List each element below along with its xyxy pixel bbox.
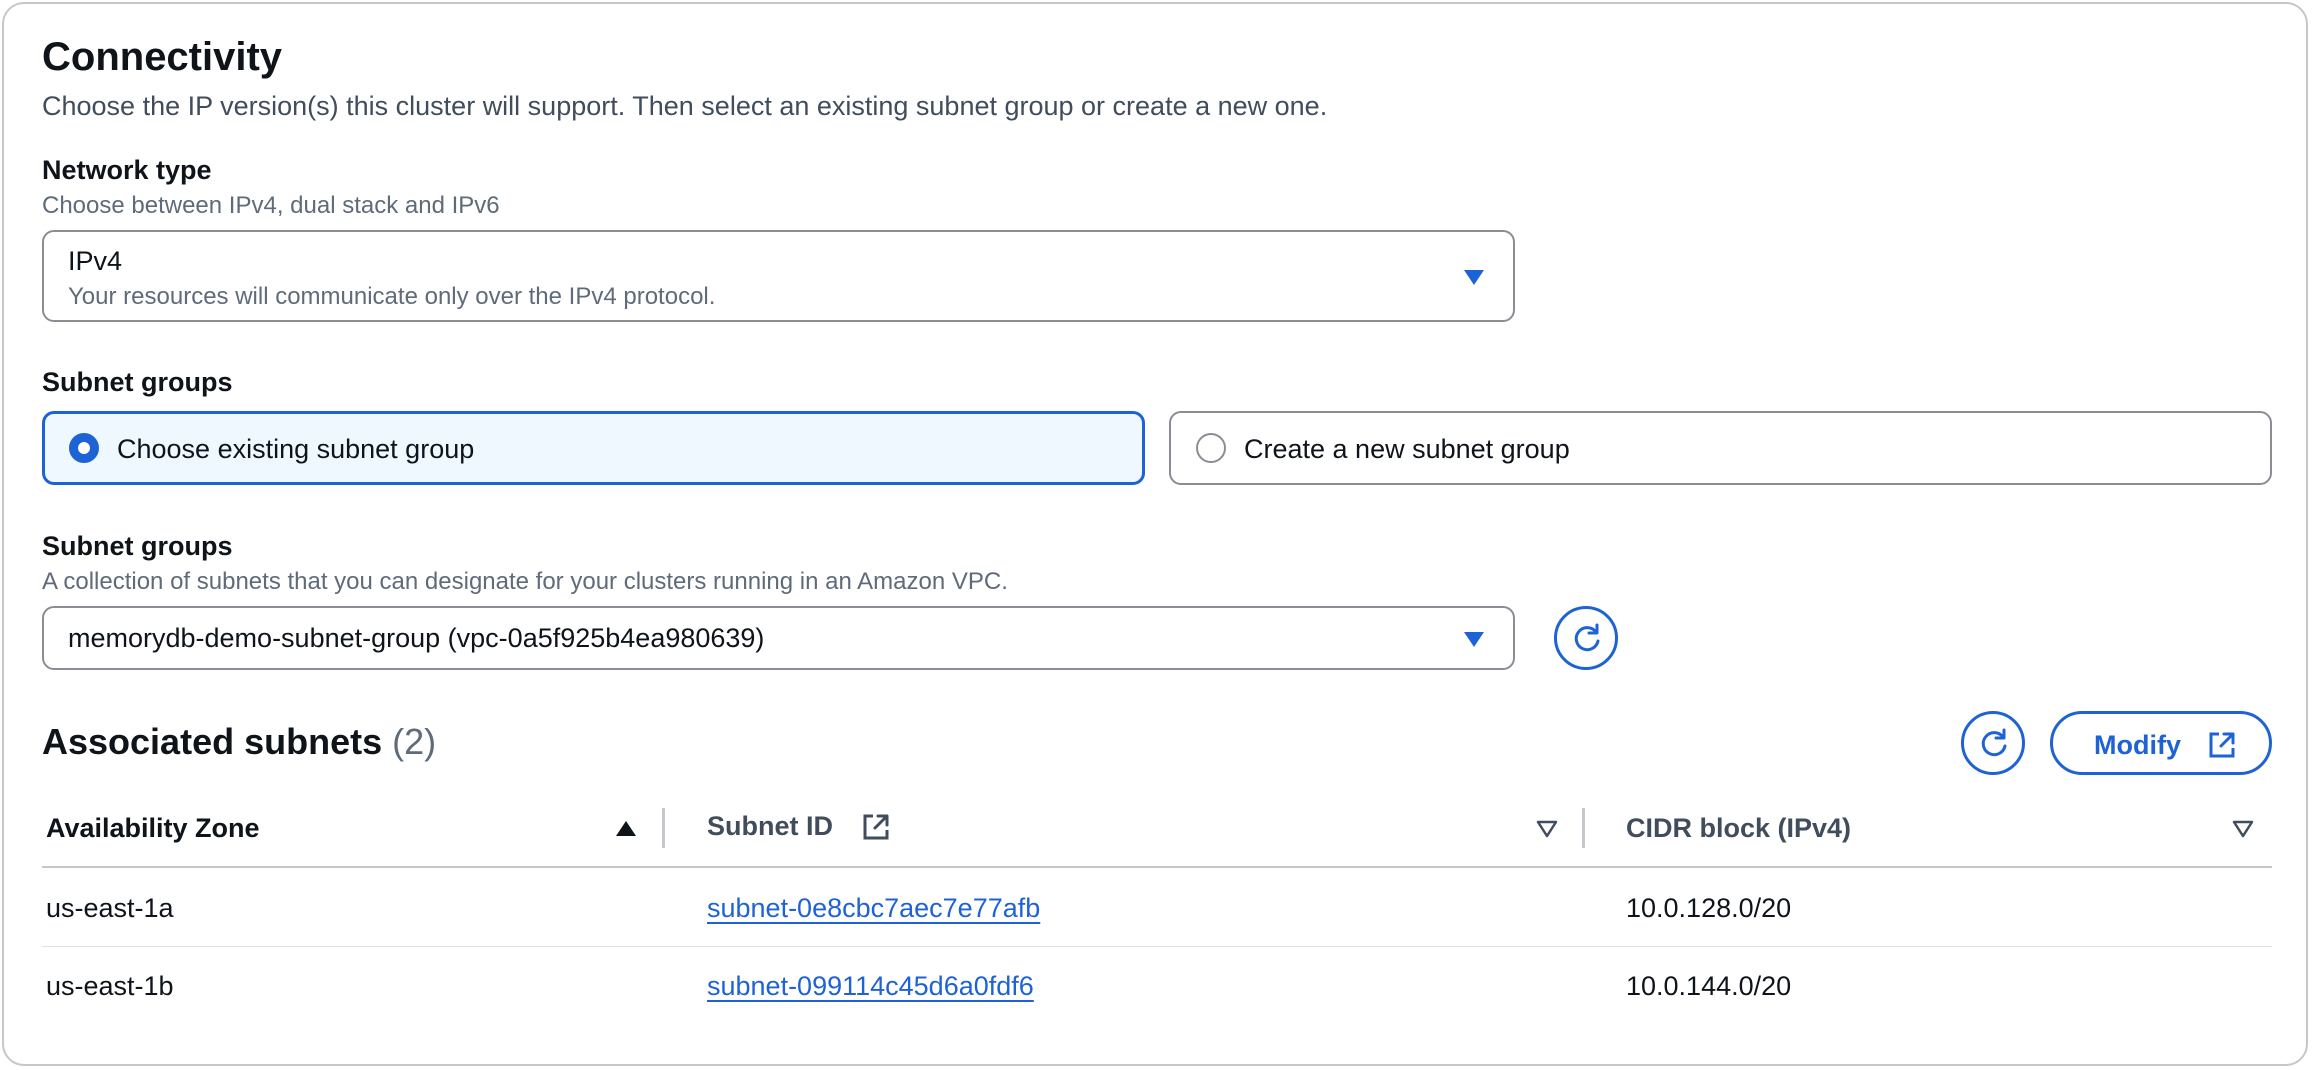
sort-ascending-icon[interactable] xyxy=(616,821,636,836)
column-divider[interactable] xyxy=(1582,808,1585,848)
table-row-divider xyxy=(42,946,2272,947)
refresh-icon xyxy=(1574,623,1600,652)
subnet-groups-select[interactable]: memorydb-demo-subnet-group (vpc-0a5f925b… xyxy=(42,606,1515,670)
caret-down-icon xyxy=(1464,632,1484,647)
subnet-groups-description: A collection of subnets that you can des… xyxy=(42,568,1008,595)
associated-subnets-title: Associated subnets (2) xyxy=(42,719,436,765)
radio-choose-existing[interactable] xyxy=(69,433,99,463)
associated-subnets-count: (2) xyxy=(392,721,437,762)
sort-descending-icon[interactable] xyxy=(1536,820,1558,838)
caret-down-icon xyxy=(1464,270,1484,285)
refresh-subnets-button[interactable] xyxy=(1961,711,2025,775)
tile-create-new-subnet-group[interactable]: Create a new subnet group xyxy=(1169,411,2272,485)
section-title: Connectivity xyxy=(42,35,283,79)
subnet-id-link[interactable]: subnet-0e8cbc7aec7e77afb xyxy=(707,891,1040,925)
tile-choose-existing-subnet-group[interactable]: Choose existing subnet group xyxy=(42,411,1145,485)
tile-choose-existing-label: Choose existing subnet group xyxy=(117,434,475,464)
external-link-icon xyxy=(863,814,889,840)
sort-descending-icon[interactable] xyxy=(2232,820,2254,838)
connectivity-panel xyxy=(2,2,2308,1066)
subnet-id-link[interactable]: subnet-099114c45d6a0fdf6 xyxy=(707,969,1034,1003)
column-divider[interactable] xyxy=(662,808,665,848)
table-header-divider xyxy=(42,866,2272,868)
network-type-hint: Your resources will communicate only ove… xyxy=(68,283,716,310)
subnet-groups-label: Subnet groups xyxy=(42,531,233,561)
subnet-group-mode-label: Subnet groups xyxy=(42,367,233,397)
column-header-cidr-block[interactable]: CIDR block (IPv4) xyxy=(1626,811,1851,845)
cell-availability-zone: us-east-1b xyxy=(46,971,174,1001)
refresh-icon xyxy=(1981,728,2007,757)
cell-availability-zone: us-east-1a xyxy=(46,893,174,923)
external-link-icon xyxy=(2209,732,2235,758)
refresh-subnet-groups-button[interactable] xyxy=(1554,606,1618,670)
column-header-availability-zone[interactable]: Availability Zone xyxy=(46,811,260,845)
cell-cidr-block: 10.0.144.0/20 xyxy=(1626,971,1792,1001)
modify-button[interactable]: Modify xyxy=(2050,711,2272,775)
network-type-label: Network type xyxy=(42,155,212,185)
subnet-groups-value: memorydb-demo-subnet-group (vpc-0a5f925b… xyxy=(68,623,765,653)
modify-button-label: Modify xyxy=(2094,730,2181,760)
network-type-description: Choose between IPv4, dual stack and IPv6 xyxy=(42,192,500,219)
section-description: Choose the IP version(s) this cluster wi… xyxy=(42,91,1328,121)
column-header-subnet-id[interactable]: Subnet ID xyxy=(707,809,833,843)
tile-create-new-label: Create a new subnet group xyxy=(1244,434,1570,464)
radio-create-new[interactable] xyxy=(1196,433,1226,463)
associated-subnets-title-text: Associated subnets xyxy=(42,721,383,762)
network-type-value: IPv4 xyxy=(68,246,123,276)
network-type-select[interactable]: IPv4 Your resources will communicate onl… xyxy=(42,230,1515,322)
cell-cidr-block: 10.0.128.0/20 xyxy=(1626,893,1792,923)
